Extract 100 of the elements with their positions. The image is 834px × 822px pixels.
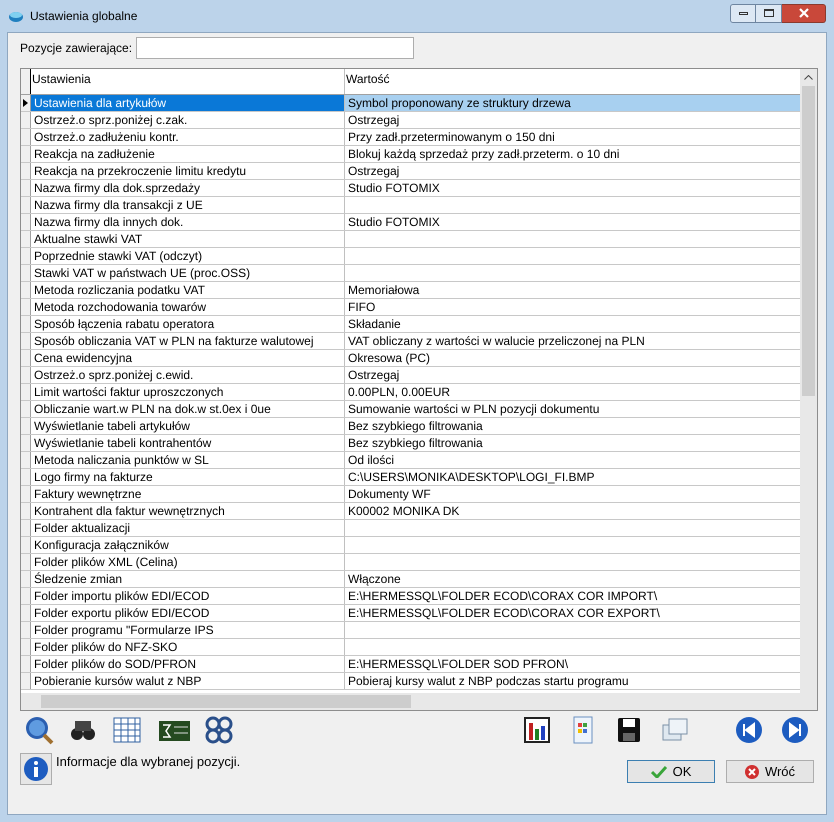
table-row[interactable]: Nazwa firmy dla innych dok. Studio FOTOMIX <box>21 214 800 231</box>
last-icon[interactable] <box>780 715 810 745</box>
search-icon[interactable] <box>24 715 54 745</box>
table-row[interactable]: Poprzednie stawki VAT (odczyt) <box>21 248 800 265</box>
table-cell: Reakcja na zadłużenie <box>31 146 345 162</box>
table-row[interactable]: Cena ewidencyjna Okresowa (PC) <box>21 350 800 367</box>
table-row[interactable]: Folder aktualizacji <box>21 520 800 537</box>
table-row[interactable]: Logo firmy na fakturze C:\USERS\MONIKA\DESKTOP\LOGI_FI.BMP <box>21 469 800 486</box>
table-row[interactable]: Aktualne stawki VAT <box>21 231 800 248</box>
minimize-icon <box>738 12 748 14</box>
table-cell: Nazwa firmy dla transakcji z UE <box>31 197 345 213</box>
table-cell: Logo firmy na fakturze <box>31 469 345 485</box>
table-row[interactable]: Nazwa firmy dla transakcji z UE <box>21 197 800 214</box>
table-cell-text: Sumowanie wartości w PLN pozycji dokumentu <box>347 401 600 417</box>
info-icon <box>23 756 49 782</box>
table-row[interactable]: Konfiguracja załączników <box>21 537 800 554</box>
table-cell: Aktualne stawki VAT <box>31 231 345 247</box>
table-cell-text: Pobieraj kursy walut z NBP podczas startu programu <box>347 673 630 689</box>
table-cell-text: Ostrzegaj <box>347 112 400 128</box>
table-row[interactable]: Sposób łączenia rabatu operatora Składanie <box>21 316 800 333</box>
table-row[interactable]: Ostrzeż.o zadłużeniu kontr. Przy zadł.przeterminowanym o 150 dni <box>21 129 800 146</box>
table-cell: Pobieranie kursów walut z NBP <box>31 673 345 689</box>
check-icon <box>650 766 667 778</box>
table-row[interactable]: Ostrzeż.o sprz.poniżej c.ewid. Ostrzegaj <box>21 367 800 384</box>
column-header[interactable]: Wartość <box>345 69 800 94</box>
table-cell: Kontrahent dla faktur wewnętrznych <box>31 503 345 519</box>
table-row[interactable]: Sposób obliczania VAT w PLN na fakturze walutowej VAT obliczany z wartości w walucie przeliczonej na PLN <box>21 333 800 350</box>
table-row[interactable]: Folder plików XML (Celina) <box>21 554 800 571</box>
table-row[interactable]: Folder plików do NFZ-SKO <box>21 639 800 656</box>
scroll-thumb[interactable] <box>41 695 411 708</box>
scroll-thumb[interactable] <box>802 86 815 396</box>
bar-chart-icon[interactable] <box>522 715 552 745</box>
table-cell: Wyświetlanie tabeli kontrahentów <box>31 435 345 451</box>
table-cell: Folder importu plików EDI/ECOD <box>31 588 345 604</box>
table-cell-text: Dokumenty WF <box>347 486 432 502</box>
table-cell: Sposób łączenia rabatu operatora <box>31 316 345 332</box>
table-row[interactable]: Kontrahent dla faktur wewnętrznych K00002 MONIKA DK <box>21 503 800 520</box>
table-cell-text: Bez szybkiego filtrowania <box>347 435 484 451</box>
table-row[interactable]: Metoda rozchodowania towarów FIFO <box>21 299 800 316</box>
table-cell-text: Od ilości <box>347 452 396 468</box>
table-cell-text: K00002 MONIKA DK <box>347 503 460 519</box>
table-cell-text: E:\HERMESSQL\FOLDER SOD PFRON\ <box>347 656 570 672</box>
table-row[interactable]: Wyświetlanie tabeli kontrahentów Bez szybkiego filtrowania <box>21 435 800 452</box>
filter-field[interactable] <box>136 37 414 59</box>
maximize-icon <box>764 9 774 17</box>
table-row[interactable]: Nazwa firmy dla dok.sprzedaży Studio FOTOMIX <box>21 180 800 197</box>
table-row[interactable]: Metoda naliczania punktów w SL Od ilości <box>21 452 800 469</box>
table-row[interactable]: Ustawienia dla artykułów Symbol proponowany ze struktury drzewa <box>21 95 800 112</box>
table-row[interactable]: Limit wartości faktur uproszczonych 0.00PLN, 0.00EUR <box>21 384 800 401</box>
table-cell-text: Blokuj każdą sprzedaż przy zadł.przeterm. o 10 dni <box>347 146 620 162</box>
table-cell-text: C:\USERS\MONIKA\DESKTOP\LOGI_FI.BMP <box>347 469 596 485</box>
table-cell: Reakcja na przekroczenie limitu kredytu <box>31 163 345 179</box>
table-cell: Metoda rozliczania podatku VAT <box>31 282 345 298</box>
table-row[interactable]: Folder plików do SOD/PFRON E:\HERMESSQL\FOLDER SOD PFRON\ <box>21 656 800 673</box>
table-row[interactable]: Folder programu "Formularze IPS <box>21 622 800 639</box>
table-row[interactable]: Folder importu plików EDI/ECOD E:\HERMESSQL\FOLDER ECOD\CORAX COR IMPORT\ <box>21 588 800 605</box>
gears-icon[interactable] <box>204 715 234 745</box>
table-cell-text: E:\HERMESSQL\FOLDER ECOD\CORAX COR EXPORT\ <box>347 605 661 621</box>
table-cell-text: VAT obliczany z wartości w walucie przeliczonej na PLN <box>347 333 646 349</box>
table-row[interactable]: Śledzenie zmian Włączone <box>21 571 800 588</box>
table-cell-text: Włączone <box>347 571 402 587</box>
table-cell-text: Okresowa (PC) <box>347 350 432 366</box>
minimize-button[interactable] <box>730 4 756 22</box>
table-row[interactable]: Pobieranie kursów walut z NBP Pobieraj kursy walut z NBP podczas startu programu <box>21 673 800 690</box>
table-cell: Sposób obliczania VAT w PLN na fakturze walutowej <box>31 333 345 349</box>
table-row[interactable]: Folder exportu plików EDI/ECOD E:\HERMESSQL\FOLDER ECOD\CORAX COR EXPORT\ <box>21 605 800 622</box>
table-icon[interactable] <box>112 715 142 745</box>
table-cell-text: Ostrzegaj <box>347 163 400 179</box>
table-cell-text: Bez szybkiego filtrowania <box>347 418 484 434</box>
table-cell: Folder plików XML (Celina) <box>31 554 345 570</box>
table-row[interactable]: Reakcja na przekroczenie limitu kredytu Ostrzegaj <box>21 163 800 180</box>
table-cell: Nazwa firmy dla innych dok. <box>31 214 345 230</box>
back-button[interactable]: Wróć <box>726 760 814 783</box>
scroll-up-icon[interactable] <box>804 75 813 80</box>
table-cell: Wyświetlanie tabeli artykułów <box>31 418 345 434</box>
table-cell-text: 0.00PLN, 0.00EUR <box>347 384 452 400</box>
table-row[interactable]: Ostrzeż.o sprz.poniżej c.zak. Ostrzegaj <box>21 112 800 129</box>
table-row[interactable]: Faktury wewnętrzne Dokumenty WF <box>21 486 800 503</box>
row-selector[interactable] <box>21 69 31 94</box>
table-row[interactable]: Reakcja na zadłużenie Blokuj każdą sprzedaż przy zadł.przeterm. o 10 dni <box>21 146 800 163</box>
table-row[interactable]: Metoda rozliczania podatku VAT Memoriałowa <box>21 282 800 299</box>
column-header[interactable]: Ustawienia <box>31 69 345 94</box>
row-pointer-icon <box>23 99 28 107</box>
table-row[interactable]: Wyświetlanie tabeli artykułów Bez szybkiego filtrowania <box>21 418 800 435</box>
table-row[interactable]: Stawki VAT w państwach UE (proc.OSS) <box>21 265 800 282</box>
table-cell: Metoda naliczania punktów w SL <box>31 452 345 468</box>
table-row[interactable]: Obliczanie wart.w PLN na dok.w st.0ex i 0ue Sumowanie wartości w PLN pozycji dokumentu <box>21 401 800 418</box>
row-selector[interactable] <box>21 95 31 111</box>
info-button[interactable] <box>20 753 52 785</box>
ok-button[interactable]: OK <box>627 760 715 783</box>
window-title: Ustawienia globalne <box>30 8 138 25</box>
first-icon[interactable] <box>734 715 764 745</box>
maximize-button[interactable] <box>756 4 782 22</box>
table-cell: Folder programu "Formularze IPS <box>31 622 345 638</box>
table-cell: Ostrzeż.o sprz.poniżej c.ewid. <box>31 367 345 383</box>
table-cell: Folder plików do NFZ-SKO <box>31 639 345 655</box>
table-cell-text: Przy zadł.przeterminowanym o 150 dni <box>347 129 556 145</box>
close-button[interactable] <box>782 4 826 22</box>
table-cell: Folder aktualizacji <box>31 520 345 536</box>
table-cell-text: Studio FOTOMIX <box>347 214 441 230</box>
